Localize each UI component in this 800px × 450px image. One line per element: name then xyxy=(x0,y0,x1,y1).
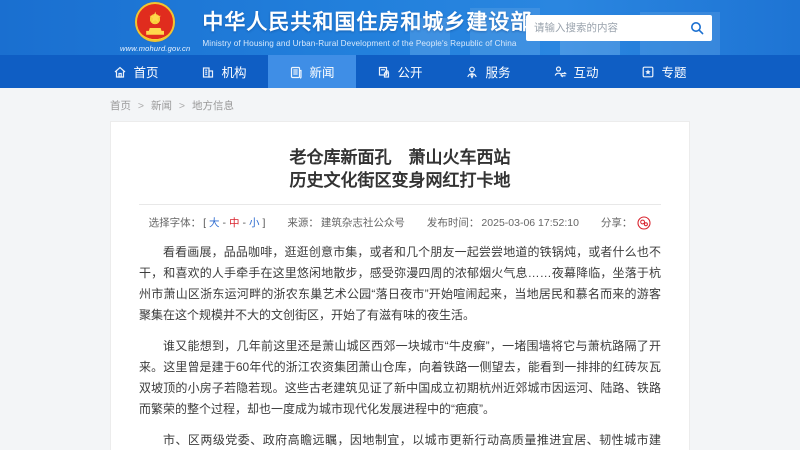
article-title-line2: 历史文化街区变身网红打卡地 xyxy=(139,169,661,192)
main-nav: 首页 机构 新闻 公开 xyxy=(0,55,800,88)
search-box[interactable] xyxy=(526,15,712,41)
article-title-line1: 老仓库新面孔 萧山火车西站 xyxy=(139,146,661,169)
nav-item-disclosure[interactable]: 公开 xyxy=(356,55,444,88)
nav-label: 互动 xyxy=(573,62,598,81)
nav-item-orgs[interactable]: 机构 xyxy=(180,55,268,88)
site-title-cn: 中华人民共和国住房和城乡建设部 xyxy=(202,6,532,36)
star-box-icon xyxy=(641,65,655,79)
breadcrumb-news[interactable]: 新闻 xyxy=(151,100,172,112)
share-control: 分享： xyxy=(601,215,652,230)
wechat-share-icon[interactable] xyxy=(637,216,651,230)
interact-icon xyxy=(553,65,567,79)
nav-label: 专题 xyxy=(661,62,686,81)
breadcrumb-local-info: 地方信息 xyxy=(192,100,234,112)
nav-label: 服务 xyxy=(485,62,510,81)
person-icon xyxy=(465,65,479,79)
publish-time: 发布时间： 2025-03-06 17:52:10 xyxy=(427,215,579,230)
article-title: 老仓库新面孔 萧山火车西站 历史文化街区变身网红打卡地 xyxy=(139,146,661,192)
search-input[interactable] xyxy=(534,22,690,34)
nav-label: 首页 xyxy=(133,62,158,81)
article-body: 看看画展，品品咖啡，逛逛创意市集，或者和几个朋友一起尝尝地道的铁锅炖，或者什么也… xyxy=(139,242,661,450)
paragraph: 看看画展，品品咖啡，逛逛创意市集，或者和几个朋友一起尝尝地道的铁锅炖，或者什么也… xyxy=(139,242,661,326)
search-icon[interactable] xyxy=(690,21,704,35)
nav-item-home[interactable]: 首页 xyxy=(92,55,180,88)
paragraph: 谁又能想到，几年前这里还是萧山城区西郊一块城市“牛皮癣”，一堵围墙将它与萧杭路隔… xyxy=(139,336,661,420)
font-size-large-button[interactable]: 大 xyxy=(209,215,220,230)
font-size-label: 选择字体： xyxy=(149,215,202,230)
building-icon xyxy=(201,65,215,79)
document-icon xyxy=(377,65,391,79)
site-url: www.mohurd.gov.cn xyxy=(120,44,190,53)
site-header: ★ www.mohurd.gov.cn 中华人民共和国住房和城乡建设部 Mini… xyxy=(0,0,800,55)
font-size-selector: 选择字体： [ 大 - 中 - 小 ] xyxy=(149,215,266,230)
nav-label: 新闻 xyxy=(309,62,334,81)
article-meta: 选择字体： [ 大 - 中 - 小 ] 来源： 建筑杂志社公众号 发布时间： 2… xyxy=(139,205,661,242)
site-title-en: Ministry of Housing and Urban-Rural Deve… xyxy=(202,39,532,48)
home-icon xyxy=(113,65,127,79)
national-emblem-icon: ★ xyxy=(135,2,175,42)
article-source: 来源： 建筑杂志社公众号 xyxy=(287,215,405,230)
nav-label: 公开 xyxy=(397,62,422,81)
nav-item-services[interactable]: 服务 xyxy=(444,55,532,88)
nav-label: 机构 xyxy=(221,62,246,81)
paragraph: 市、区两级党委、政府高瞻远瞩，因地制宜，以城市更新行动高质量推进宜居、韧性城市建… xyxy=(139,430,661,450)
site-brand: ★ www.mohurd.gov.cn 中华人民共和国住房和城乡建设部 Mini… xyxy=(120,2,532,53)
breadcrumb-home[interactable]: 首页 xyxy=(110,100,131,112)
news-icon xyxy=(289,65,303,79)
nav-item-topics[interactable]: 专题 xyxy=(620,55,708,88)
font-size-medium-button[interactable]: 中 xyxy=(229,215,240,230)
breadcrumb: 首页 > 新闻 > 地方信息 xyxy=(110,88,690,121)
nav-item-interaction[interactable]: 互动 xyxy=(532,55,620,88)
article-panel: 老仓库新面孔 萧山火车西站 历史文化街区变身网红打卡地 选择字体： [ 大 - … xyxy=(110,121,690,450)
font-size-small-button[interactable]: 小 xyxy=(249,215,260,230)
nav-item-news[interactable]: 新闻 xyxy=(268,55,356,88)
